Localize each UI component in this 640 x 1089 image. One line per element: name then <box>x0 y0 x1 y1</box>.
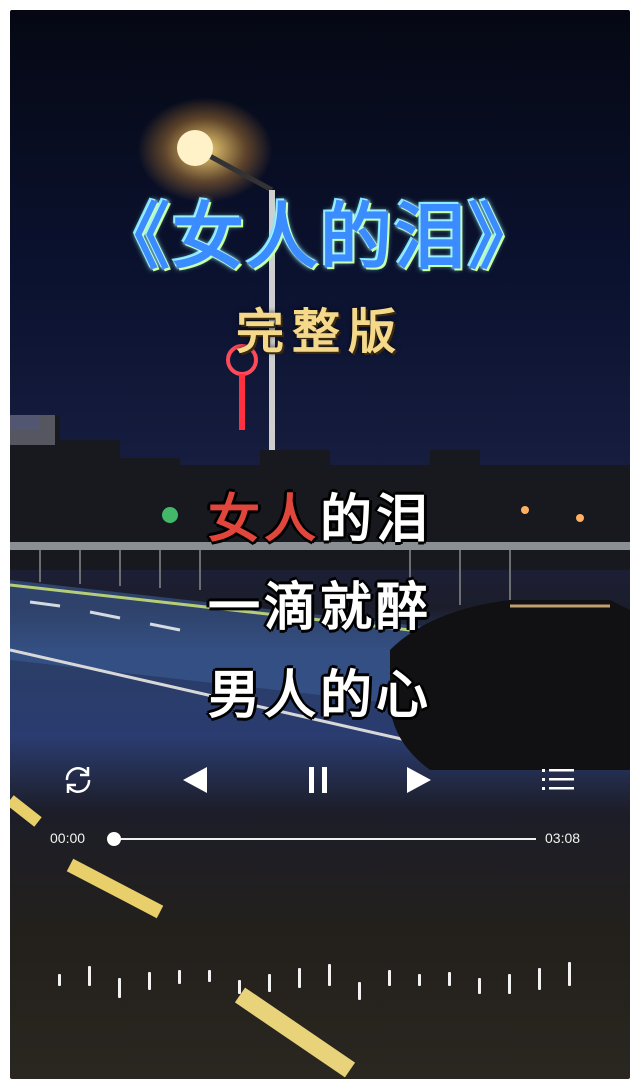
video-frame: 《女人的泪》 完整版 女人的泪 一滴就醉 男人的心 00:00 03:08 <box>10 10 630 1079</box>
version-label: 完整版 <box>235 304 404 360</box>
progress-knob[interactable] <box>107 832 121 846</box>
visualizer-bar <box>178 970 181 984</box>
visualizer-bar <box>388 970 391 986</box>
pause-icon <box>309 767 327 793</box>
total-time: 03:08 <box>545 830 581 846</box>
playback-controls <box>10 748 630 812</box>
lyrics-block: 女人的泪 一滴就醉 男人的心 <box>10 476 630 740</box>
visualizer-bar <box>58 974 61 986</box>
pause-button[interactable] <box>290 748 346 812</box>
visualizer-bar <box>238 980 241 994</box>
lyric-line-1: 女人的泪 <box>10 476 630 564</box>
progress-row: 00:00 03:08 <box>10 820 630 850</box>
visualizer-bar <box>268 974 271 992</box>
next-icon <box>407 767 431 793</box>
previous-icon <box>183 767 207 793</box>
visualizer-bar <box>448 972 451 986</box>
visualizer-bar <box>568 962 571 986</box>
visualizer-bar <box>508 974 511 994</box>
loop-button[interactable] <box>50 748 106 812</box>
visualizer-bar <box>118 978 121 998</box>
visualizer-bar <box>358 982 361 1000</box>
visualizer-bar <box>418 974 421 986</box>
lyric-rest: 的泪 <box>320 490 433 550</box>
visualizer-bar <box>148 972 151 990</box>
audio-visualizer <box>50 952 590 1002</box>
next-button[interactable] <box>390 748 446 812</box>
visualizer-bar <box>538 968 541 990</box>
current-time: 00:00 <box>50 830 86 846</box>
loop-icon <box>65 767 91 793</box>
playlist-icon <box>542 769 574 790</box>
visualizer-bar <box>88 966 91 986</box>
playlist-button[interactable] <box>530 748 586 812</box>
visualizer-bar <box>478 978 481 994</box>
lyric-line-3: 男人的心 <box>207 666 432 726</box>
song-title: 《女人的泪》 <box>97 195 542 279</box>
visualizer-bar <box>328 964 331 986</box>
progress-track[interactable] <box>114 838 536 840</box>
previous-button[interactable] <box>168 748 224 812</box>
visualizer-bar <box>298 968 301 988</box>
lyric-highlight: 女人 <box>207 490 320 550</box>
visualizer-bar <box>208 970 211 982</box>
lyric-line-2: 一滴就醉 <box>207 578 432 638</box>
